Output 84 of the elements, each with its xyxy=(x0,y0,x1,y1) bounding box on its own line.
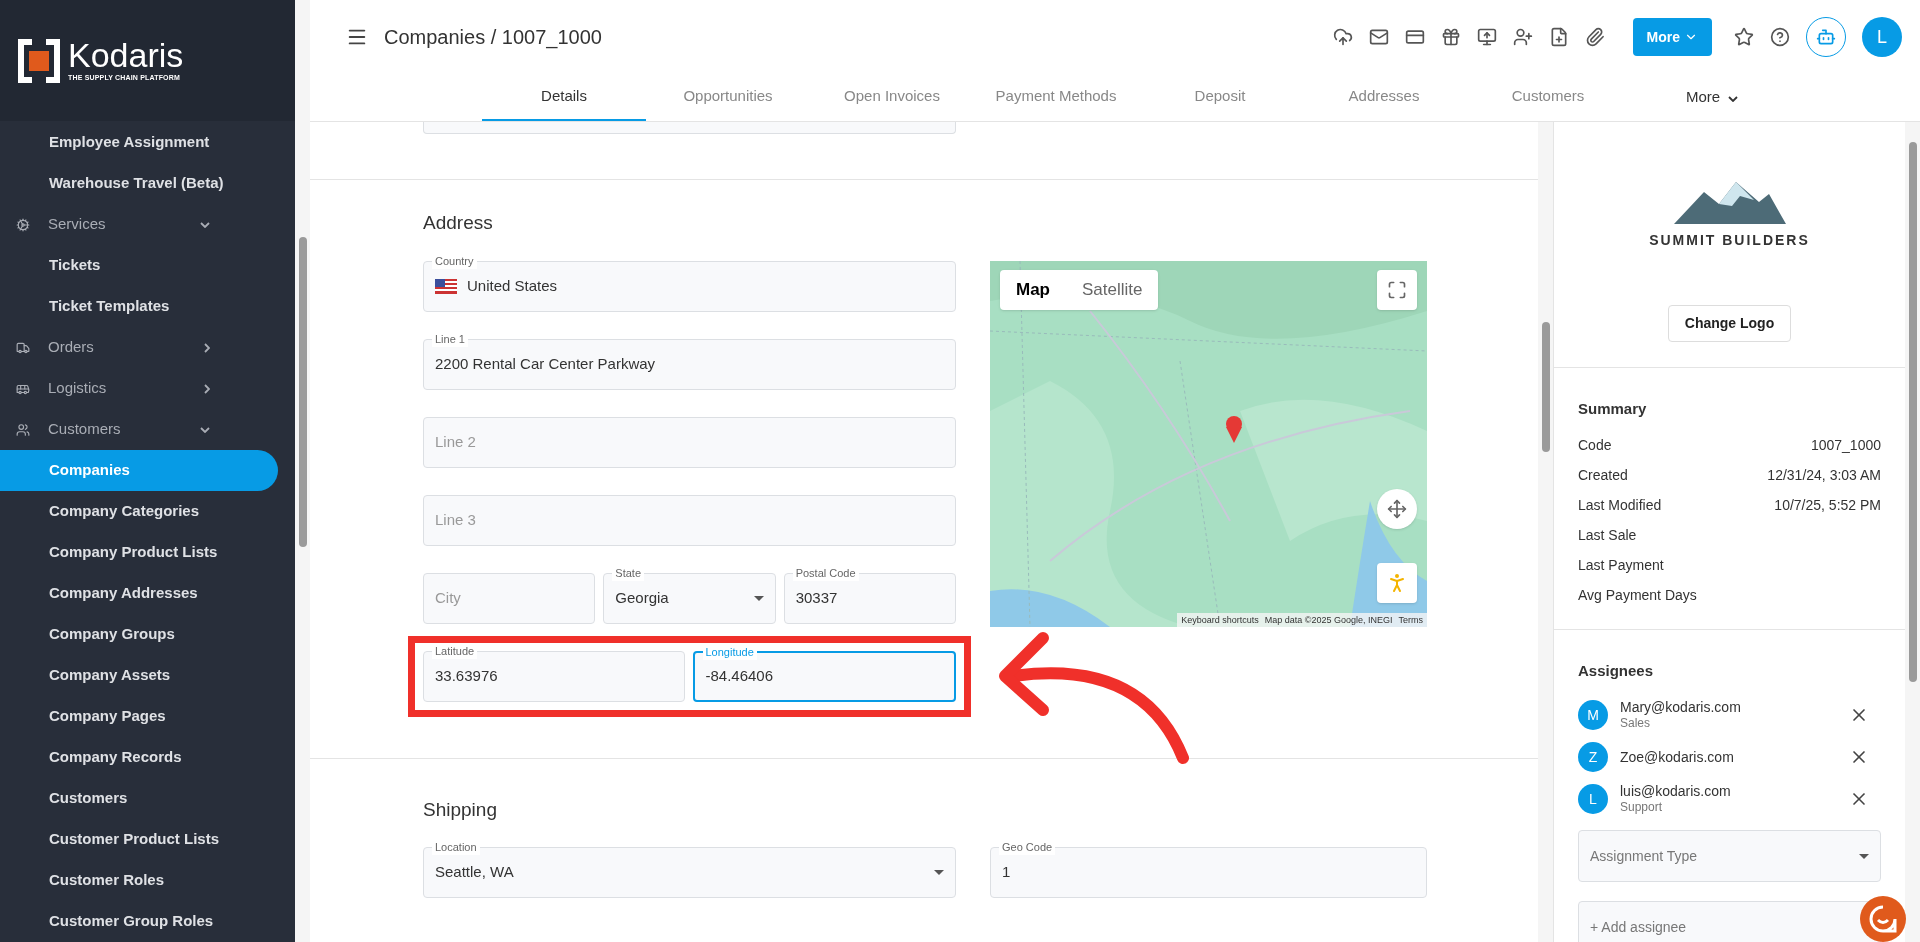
summary-value: 1007_1000 xyxy=(1810,436,1881,455)
map-attribution[interactable]: Terms xyxy=(1398,613,1423,627)
toolbar-icon[interactable] xyxy=(1584,27,1605,48)
toolbar-icon[interactable] xyxy=(1440,27,1461,48)
sidebar-item[interactable]: Customer Roles xyxy=(0,860,278,901)
toolbar-icon[interactable] xyxy=(1512,27,1533,48)
section-icon xyxy=(16,422,30,437)
sidebar-item[interactable]: Ticket Templates xyxy=(0,286,278,327)
chevron-icon xyxy=(1728,96,1739,103)
sidebar-section[interactable]: Logistics xyxy=(0,368,295,409)
section-icon xyxy=(16,217,30,232)
sidebar-item[interactable]: Company Groups xyxy=(0,614,278,655)
sidebar-item[interactable]: Tickets xyxy=(0,245,278,286)
robot-icon xyxy=(1816,27,1836,48)
chat-icon xyxy=(1869,905,1897,933)
scrollbar[interactable] xyxy=(1905,122,1920,942)
assignee-avatar: Z xyxy=(1578,742,1608,772)
sidebar-section[interactable]: Services xyxy=(0,204,295,245)
section-icon xyxy=(16,340,30,355)
sidebar-item[interactable]: Warehouse Travel (Beta) xyxy=(0,163,278,204)
toolbar-icon[interactable] xyxy=(1332,27,1353,48)
map-attribution[interactable]: Keyboard shortcuts xyxy=(1181,613,1259,627)
input-field[interactable] xyxy=(423,122,956,134)
summary-label: Code xyxy=(1578,436,1612,455)
dropdown-arrow-icon xyxy=(1859,853,1869,859)
sidebar-item[interactable]: Employee Assignment xyxy=(0,122,278,163)
tab[interactable]: Opportunities xyxy=(646,74,810,121)
fullscreen-icon xyxy=(1387,280,1407,300)
assignee-role: Sales xyxy=(1620,716,1652,731)
sidebar-section[interactable]: Orders xyxy=(0,327,295,368)
summary-label: Last Payment xyxy=(1578,556,1664,575)
toolbar-icon[interactable] xyxy=(1368,27,1389,48)
summary-label: Last Modified xyxy=(1578,496,1662,515)
change-logo-button[interactable]: Change Logo xyxy=(1667,305,1792,342)
sidebar-item[interactable]: Customers xyxy=(0,778,278,819)
tab[interactable]: Deposit xyxy=(1138,74,1302,121)
tab[interactable]: Addresses xyxy=(1302,74,1466,121)
summary-label: Last Sale xyxy=(1578,526,1637,545)
dropdown-arrow-icon xyxy=(753,596,764,601)
assignee-email: Zoe@kodaris.com xyxy=(1620,748,1735,766)
assignee-avatar: M xyxy=(1578,700,1608,730)
assignee-email: Mary@kodaris.com xyxy=(1620,699,1742,716)
mountain-logo-icon xyxy=(1673,182,1786,224)
map-mode-tab[interactable]: Satellite xyxy=(1066,270,1159,310)
assignee-avatar: L xyxy=(1578,784,1608,814)
help-icon[interactable] xyxy=(1770,27,1790,48)
sidebar-section[interactable]: Customers xyxy=(0,409,295,450)
sidebar-item[interactable]: Company Addresses xyxy=(0,573,278,614)
tab[interactable]: Open Invoices xyxy=(810,74,974,121)
logo-mark-icon xyxy=(18,38,60,83)
more-tabs[interactable]: More xyxy=(1630,74,1794,121)
section-heading: Address xyxy=(423,211,494,235)
tab[interactable]: Customers xyxy=(1466,74,1630,121)
sidebar-item[interactable]: Customer Product Lists xyxy=(0,819,278,860)
flag-icon xyxy=(435,279,457,294)
panel-heading: Summary xyxy=(1578,399,1648,419)
summary-label: Avg Payment Days xyxy=(1578,586,1697,605)
tab[interactable]: Payment Methods xyxy=(974,74,1138,121)
sidebar-item[interactable]: Company Categories xyxy=(0,491,278,532)
sidebar-item[interactable]: Customer Group Roles xyxy=(0,901,278,942)
summary-value: 10/7/25, 5:52 PM xyxy=(1774,496,1881,515)
sidebar-item[interactable]: Company Assets xyxy=(0,655,278,696)
scrollbar[interactable] xyxy=(1538,122,1553,942)
company-logo-text: SUMMIT BUILDERS xyxy=(1649,231,1810,250)
assignee-role: Support xyxy=(1620,800,1664,815)
section-heading: Shipping xyxy=(423,798,498,822)
assignment-type-select[interactable]: Assignment Type xyxy=(1578,830,1881,882)
panel-heading: Assignees xyxy=(1578,660,1655,681)
summary-label: Created xyxy=(1578,466,1628,485)
summary-value: 12/31/24, 3:03 AM xyxy=(1767,466,1881,485)
star-icon[interactable] xyxy=(1734,27,1754,48)
dropdown-arrow-icon xyxy=(934,870,944,875)
assignee-email: luis@kodaris.com xyxy=(1620,783,1732,800)
sidebar-item[interactable]: Company Pages xyxy=(0,696,278,737)
toolbar-icon[interactable] xyxy=(1476,27,1497,48)
fullscreen-button[interactable] xyxy=(1377,270,1417,310)
pan-icon xyxy=(1387,499,1407,519)
sidebar-item[interactable]: Company Records xyxy=(0,737,278,778)
sidebar-item[interactable]: Company Product Lists xyxy=(0,532,278,573)
scrollbar[interactable] xyxy=(295,0,310,942)
map-attribution[interactable]: Map data ©2025 Google, INEGI xyxy=(1264,613,1393,627)
map-mode-tab[interactable]: Map xyxy=(1000,270,1066,310)
page-title: Companies / 1007_1000 xyxy=(384,25,602,51)
logo-name: Kodaris xyxy=(68,37,184,74)
